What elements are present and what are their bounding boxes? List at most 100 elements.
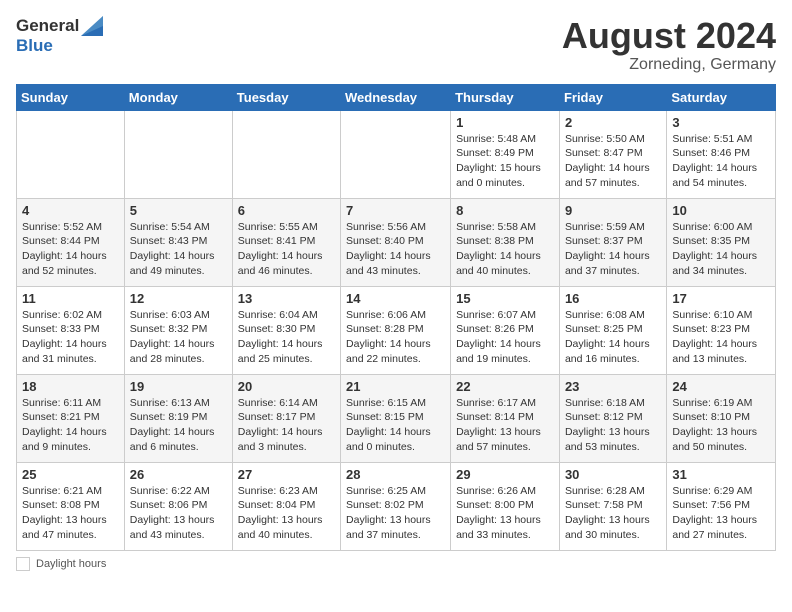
day-cell: 2Sunrise: 5:50 AM Sunset: 8:47 PM Daylig… [559, 110, 666, 198]
day-number: 22 [456, 379, 554, 394]
day-cell: 17 Sunrise: 6:10 AM Sunset: 8:23 PM Dayli… [667, 286, 776, 374]
day-cell [17, 110, 125, 198]
day-info: Sunrise: 6:00 AM Sunset: 8:35 PM Dayligh… [672, 220, 770, 279]
weekday-header-saturday: Saturday [667, 84, 776, 110]
weekday-header-thursday: Thursday [451, 84, 560, 110]
day-cell: 26Sunrise: 6:22 AM Sunset: 8:06 PM Dayli… [124, 462, 232, 550]
day-number: 17 [672, 291, 770, 306]
weekday-header-monday: Monday [124, 84, 232, 110]
day-info: Sunrise: 6:17 AM Sunset: 8:14 PM Dayligh… [456, 396, 554, 455]
day-cell: 15 Sunrise: 6:07 AM Sunset: 8:26 PM Dayli… [451, 286, 560, 374]
day-info: Sunrise: 5:52 AM Sunset: 8:44 PM Dayligh… [22, 220, 119, 279]
daylight-label: Daylight hours [36, 558, 106, 570]
day-cell [341, 110, 451, 198]
day-cell: 11 Sunrise: 6:02 AM Sunset: 8:33 PM Dayli… [17, 286, 125, 374]
day-cell: 29 Sunrise: 6:26 AM Sunset: 8:00 PM Dayli… [451, 462, 560, 550]
calendar-subtitle: Zorneding, Germany [562, 56, 776, 74]
weekday-header-friday: Friday [559, 84, 666, 110]
logo-general: General [16, 16, 79, 36]
day-info: Sunrise: 5:48 AM Sunset: 8:49 PM Dayligh… [456, 132, 554, 191]
day-cell: 20Sunrise: 6:14 AM Sunset: 8:17 PM Dayli… [232, 374, 340, 462]
day-cell: 8Sunrise: 5:58 AM Sunset: 8:38 PM Daylig… [451, 198, 560, 286]
day-number: 3 [672, 115, 770, 130]
day-number: 23 [565, 379, 661, 394]
day-number: 13 [238, 291, 335, 306]
week-row-2: 4 Sunrise: 5:52 AM Sunset: 8:44 PM Daylig… [17, 198, 776, 286]
day-number: 20 [238, 379, 335, 394]
day-number: 25 [22, 467, 119, 482]
day-info: Sunrise: 6:10 AM Sunset: 8:23 PM Dayligh… [672, 308, 770, 367]
calendar-body: 1 Sunrise: 5:48 AM Sunset: 8:49 PM Daylig… [17, 110, 776, 550]
day-cell: 5 Sunrise: 5:54 AM Sunset: 8:43 PM Daylig… [124, 198, 232, 286]
day-info: Sunrise: 6:07 AM Sunset: 8:26 PM Dayligh… [456, 308, 554, 367]
weekday-header-sunday: Sunday [17, 84, 125, 110]
header: General Blue August 2024 Zorneding, Germ… [16, 16, 776, 74]
day-info: Sunrise: 6:08 AM Sunset: 8:25 PM Dayligh… [565, 308, 661, 367]
day-cell: 12Sunrise: 6:03 AM Sunset: 8:32 PM Dayli… [124, 286, 232, 374]
day-number: 31 [672, 467, 770, 482]
week-row-1: 1 Sunrise: 5:48 AM Sunset: 8:49 PM Daylig… [17, 110, 776, 198]
day-info: Sunrise: 6:02 AM Sunset: 8:33 PM Dayligh… [22, 308, 119, 367]
logo-triangle-icon [81, 16, 103, 36]
day-cell: 9Sunrise: 5:59 AM Sunset: 8:37 PM Daylig… [559, 198, 666, 286]
day-cell [232, 110, 340, 198]
title-block: August 2024 Zorneding, Germany [562, 16, 776, 74]
day-number: 15 [456, 291, 554, 306]
day-cell: 23 Sunrise: 6:18 AM Sunset: 8:12 PM Dayli… [559, 374, 666, 462]
day-cell: 24 Sunrise: 6:19 AM Sunset: 8:10 PM Dayli… [667, 374, 776, 462]
day-info: Sunrise: 6:22 AM Sunset: 8:06 PM Dayligh… [130, 484, 227, 543]
day-info: Sunrise: 6:11 AM Sunset: 8:21 PM Dayligh… [22, 396, 119, 455]
day-info: Sunrise: 6:13 AM Sunset: 8:19 PM Dayligh… [130, 396, 227, 455]
day-cell: 6Sunrise: 5:55 AM Sunset: 8:41 PM Daylig… [232, 198, 340, 286]
week-row-4: 18Sunrise: 6:11 AM Sunset: 8:21 PM Dayli… [17, 374, 776, 462]
logo-blue: Blue [16, 36, 103, 56]
day-number: 1 [456, 115, 554, 130]
day-number: 19 [130, 379, 227, 394]
calendar-title: August 2024 [562, 16, 776, 56]
day-cell: 30Sunrise: 6:28 AM Sunset: 7:58 PM Dayli… [559, 462, 666, 550]
day-info: Sunrise: 6:25 AM Sunset: 8:02 PM Dayligh… [346, 484, 445, 543]
day-number: 29 [456, 467, 554, 482]
day-cell: 16 Sunrise: 6:08 AM Sunset: 8:25 PM Dayli… [559, 286, 666, 374]
day-info: Sunrise: 6:19 AM Sunset: 8:10 PM Dayligh… [672, 396, 770, 455]
day-info: Sunrise: 6:18 AM Sunset: 8:12 PM Dayligh… [565, 396, 661, 455]
logo: General Blue [16, 16, 103, 56]
day-info: Sunrise: 5:58 AM Sunset: 8:38 PM Dayligh… [456, 220, 554, 279]
daylight-legend-box [16, 557, 30, 571]
week-row-3: 11 Sunrise: 6:02 AM Sunset: 8:33 PM Dayli… [17, 286, 776, 374]
day-number: 21 [346, 379, 445, 394]
weekday-header-wednesday: Wednesday [341, 84, 451, 110]
day-number: 7 [346, 203, 445, 218]
day-info: Sunrise: 6:21 AM Sunset: 8:08 PM Dayligh… [22, 484, 119, 543]
day-number: 16 [565, 291, 661, 306]
day-info: Sunrise: 6:29 AM Sunset: 7:56 PM Dayligh… [672, 484, 770, 543]
day-number: 12 [130, 291, 227, 306]
calendar-table: SundayMondayTuesdayWednesdayThursdayFrid… [16, 84, 776, 551]
day-cell: 14Sunrise: 6:06 AM Sunset: 8:28 PM Dayli… [341, 286, 451, 374]
day-cell: 10 Sunrise: 6:00 AM Sunset: 8:35 PM Dayli… [667, 198, 776, 286]
day-info: Sunrise: 6:26 AM Sunset: 8:00 PM Dayligh… [456, 484, 554, 543]
day-number: 5 [130, 203, 227, 218]
day-cell: 13 Sunrise: 6:04 AM Sunset: 8:30 PM Dayli… [232, 286, 340, 374]
day-info: Sunrise: 6:04 AM Sunset: 8:30 PM Dayligh… [238, 308, 335, 367]
day-number: 6 [238, 203, 335, 218]
day-number: 10 [672, 203, 770, 218]
day-number: 4 [22, 203, 119, 218]
day-info: Sunrise: 6:28 AM Sunset: 7:58 PM Dayligh… [565, 484, 661, 543]
day-info: Sunrise: 5:54 AM Sunset: 8:43 PM Dayligh… [130, 220, 227, 279]
calendar-header: SundayMondayTuesdayWednesdayThursdayFrid… [17, 84, 776, 110]
day-number: 27 [238, 467, 335, 482]
day-number: 14 [346, 291, 445, 306]
day-cell: 4 Sunrise: 5:52 AM Sunset: 8:44 PM Daylig… [17, 198, 125, 286]
day-info: Sunrise: 5:51 AM Sunset: 8:46 PM Dayligh… [672, 132, 770, 191]
week-row-5: 25 Sunrise: 6:21 AM Sunset: 8:08 PM Dayli… [17, 462, 776, 550]
day-number: 9 [565, 203, 661, 218]
day-cell: 18Sunrise: 6:11 AM Sunset: 8:21 PM Dayli… [17, 374, 125, 462]
day-cell: 1 Sunrise: 5:48 AM Sunset: 8:49 PM Daylig… [451, 110, 560, 198]
weekday-header-tuesday: Tuesday [232, 84, 340, 110]
day-number: 24 [672, 379, 770, 394]
day-number: 2 [565, 115, 661, 130]
day-cell: 3 Sunrise: 5:51 AM Sunset: 8:46 PM Daylig… [667, 110, 776, 198]
day-cell: 21Sunrise: 6:15 AM Sunset: 8:15 PM Dayli… [341, 374, 451, 462]
day-number: 11 [22, 291, 119, 306]
